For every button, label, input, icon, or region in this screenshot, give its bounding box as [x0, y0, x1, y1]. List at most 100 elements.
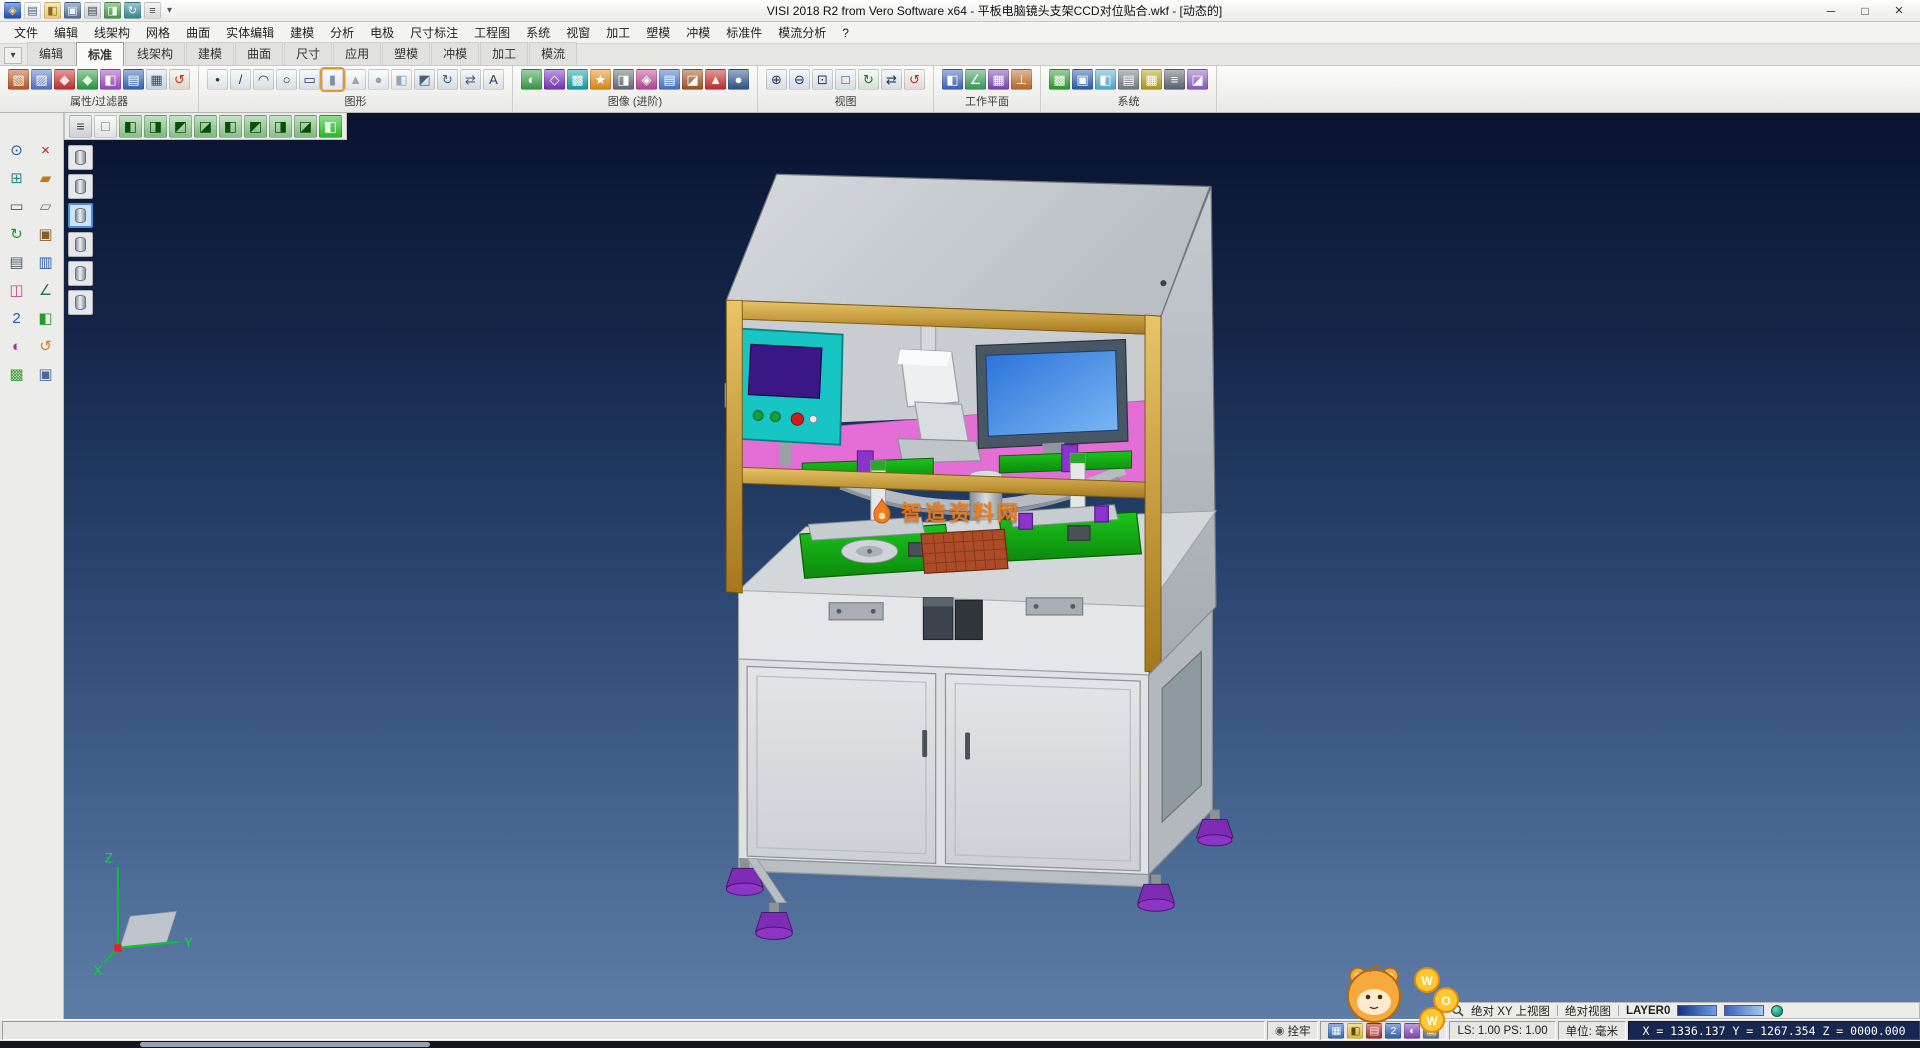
workflow-tab[interactable]: 尺寸 — [284, 42, 332, 65]
capture-icon[interactable]: ◨ — [104, 2, 121, 19]
menu-item[interactable]: 塑模 — [638, 22, 678, 43]
selection-list-icon[interactable]: ▤ — [1118, 69, 1139, 90]
active-layer-label[interactable]: LAYER0 — [1626, 1005, 1670, 1017]
front-view-icon[interactable]: ◨ — [144, 115, 167, 138]
undo-icon[interactable]: ↺ — [33, 333, 59, 359]
monitor-icon[interactable]: ▣ — [1072, 69, 1093, 90]
left-view-icon[interactable]: ◪ — [194, 115, 217, 138]
workflow-tab[interactable]: 加工 — [480, 42, 528, 65]
bottom-view-icon[interactable]: ◨ — [269, 115, 292, 138]
light-icon[interactable]: ★ — [590, 69, 611, 90]
top-view-icon[interactable]: ◩ — [244, 115, 267, 138]
menu-item[interactable]: 模流分析 — [770, 22, 834, 43]
stamp-icon[interactable]: ▣ — [33, 221, 59, 247]
zoom-fit-icon[interactable]: ⊡ — [812, 69, 833, 90]
render-shaded-icon[interactable]: ◐ — [521, 69, 542, 90]
workplane-reset-icon[interactable]: ⊥ — [1011, 69, 1032, 90]
shadow-icon[interactable]: ◨ — [613, 69, 634, 90]
scrollbar-thumb[interactable] — [140, 1042, 430, 1047]
menu-item[interactable]: 视窗 — [558, 22, 598, 43]
histogram-icon[interactable]: ▩ — [4, 361, 30, 387]
menu-item[interactable]: 电极 — [362, 22, 402, 43]
layer-color-swatch[interactable] — [1677, 1005, 1717, 1016]
select-cursor-icon[interactable]: ⊙ — [4, 137, 30, 163]
bottom-scrollbar[interactable] — [0, 1041, 1920, 1048]
zoom-in-icon[interactable]: ⊕ — [766, 69, 787, 90]
axonometric-view-icon[interactable]: ◪ — [294, 115, 317, 138]
workflow-tab[interactable]: 模流 — [529, 42, 577, 65]
view-mode-label[interactable]: 绝对 XY 上视图 — [1471, 1003, 1550, 1019]
color-palette-icon[interactable]: ◐ — [4, 333, 30, 359]
section-view-icon[interactable]: ◪ — [682, 69, 703, 90]
texture-icon[interactable]: ▩ — [567, 69, 588, 90]
line-icon[interactable]: / — [230, 69, 251, 90]
snapshot-icon[interactable]: ● — [728, 69, 749, 90]
modify-icon[interactable]: ▱ — [33, 193, 59, 219]
text-element-icon[interactable]: A — [483, 69, 504, 90]
cad-machine-model[interactable]: Z Y X — [64, 113, 1920, 1019]
redraw-icon[interactable]: ↻ — [124, 2, 141, 19]
shading-mode-icon[interactable]: □ — [94, 115, 117, 138]
save-file-icon[interactable]: ▣ — [64, 2, 81, 19]
units-segment[interactable]: 单位: 毫米 — [1558, 1021, 1626, 1040]
menu-item[interactable]: 工程图 — [466, 22, 518, 43]
workplane-3point-icon[interactable]: ∠ — [965, 69, 986, 90]
rectangle-icon[interactable]: ▭ — [299, 69, 320, 90]
app-logo-icon[interactable]: ◈ — [4, 2, 21, 19]
workflow-tab[interactable]: 冲模 — [431, 42, 479, 65]
filter-surfaces-icon[interactable] — [68, 174, 93, 199]
workplane-xy-icon[interactable]: ◧ — [942, 69, 963, 90]
material-icon[interactable]: ◈ — [636, 69, 657, 90]
workplane-view-icon[interactable]: ▦ — [988, 69, 1009, 90]
filter-wireframe-icon[interactable] — [68, 203, 93, 228]
cone-icon[interactable]: ▲ — [345, 69, 366, 90]
solid-cube-icon[interactable]: ◧ — [33, 305, 59, 331]
workflow-tab[interactable]: 线架构 — [125, 42, 185, 65]
menu-item[interactable]: 实体编辑 — [218, 22, 282, 43]
absolute-view-label[interactable]: 绝对视图 — [1565, 1003, 1611, 1019]
sketch-pencil-icon[interactable]: ▰ — [33, 165, 59, 191]
filter-edges-icon[interactable] — [68, 232, 93, 257]
options-icon[interactable]: ≡ — [144, 2, 161, 19]
workflow-tab[interactable]: 编辑 — [27, 42, 75, 65]
delete-element-icon[interactable]: × — [33, 137, 59, 163]
render-wireframe-icon[interactable]: ◇ — [544, 69, 565, 90]
menu-item[interactable]: 网格 — [138, 22, 178, 43]
close-button[interactable]: × — [1882, 1, 1916, 20]
print-preview-icon[interactable]: ▤ — [4, 249, 30, 275]
print-icon[interactable]: ▤ — [84, 2, 101, 19]
filter-reset-icon[interactable]: ↺ — [169, 69, 190, 90]
previous-view-icon[interactable]: ↺ — [904, 69, 925, 90]
explode-view-icon[interactable]: ▲ — [705, 69, 726, 90]
regenerate-icon[interactable]: ↻ — [4, 221, 30, 247]
grid-settings-icon[interactable]: ▦ — [1141, 69, 1162, 90]
view-list-icon[interactable]: ≡ — [69, 115, 92, 138]
menu-item[interactable]: 建模 — [282, 22, 322, 43]
sphere-icon[interactable]: ● — [368, 69, 389, 90]
color-table-icon[interactable]: ▩ — [1049, 69, 1070, 90]
workflow-tab[interactable]: 曲面 — [235, 42, 283, 65]
trim-icon[interactable]: ▭ — [4, 193, 30, 219]
right-view-icon[interactable]: ◧ — [219, 115, 242, 138]
tabbar-caret-icon[interactable]: ▾ — [4, 47, 22, 64]
workflow-tab[interactable]: 塑模 — [382, 42, 430, 65]
menu-item[interactable]: 线架构 — [86, 22, 138, 43]
back-view-icon[interactable]: ◩ — [169, 115, 192, 138]
quick-access-caret-icon[interactable]: ▾ — [164, 5, 175, 16]
menu-item[interactable]: 系统 — [518, 22, 558, 43]
menu-item[interactable]: 文件 — [6, 22, 46, 43]
iso-view-icon[interactable]: ◧ — [119, 115, 142, 138]
menu-item[interactable]: 尺寸标注 — [402, 22, 466, 43]
two-view-icon[interactable]: 2 — [4, 305, 30, 331]
measure-icon[interactable]: ∠ — [33, 277, 59, 303]
line-color-swatch[interactable] — [1724, 1005, 1764, 1016]
attribute-match-icon[interactable]: ▨ — [31, 69, 52, 90]
snap-grid-icon[interactable]: ⊞ — [4, 165, 30, 191]
notebook-icon[interactable]: ▥ — [33, 249, 59, 275]
pin-segment[interactable]: ◉ 拴牢 — [1267, 1021, 1319, 1040]
workflow-tab[interactable]: 标准 — [76, 42, 124, 66]
zoom-window-icon[interactable]: □ — [835, 69, 856, 90]
selection-mask-icon[interactable]: ◧ — [100, 69, 121, 90]
layer-filter-icon[interactable]: ▤ — [123, 69, 144, 90]
pan-view-icon[interactable]: ⇄ — [881, 69, 902, 90]
